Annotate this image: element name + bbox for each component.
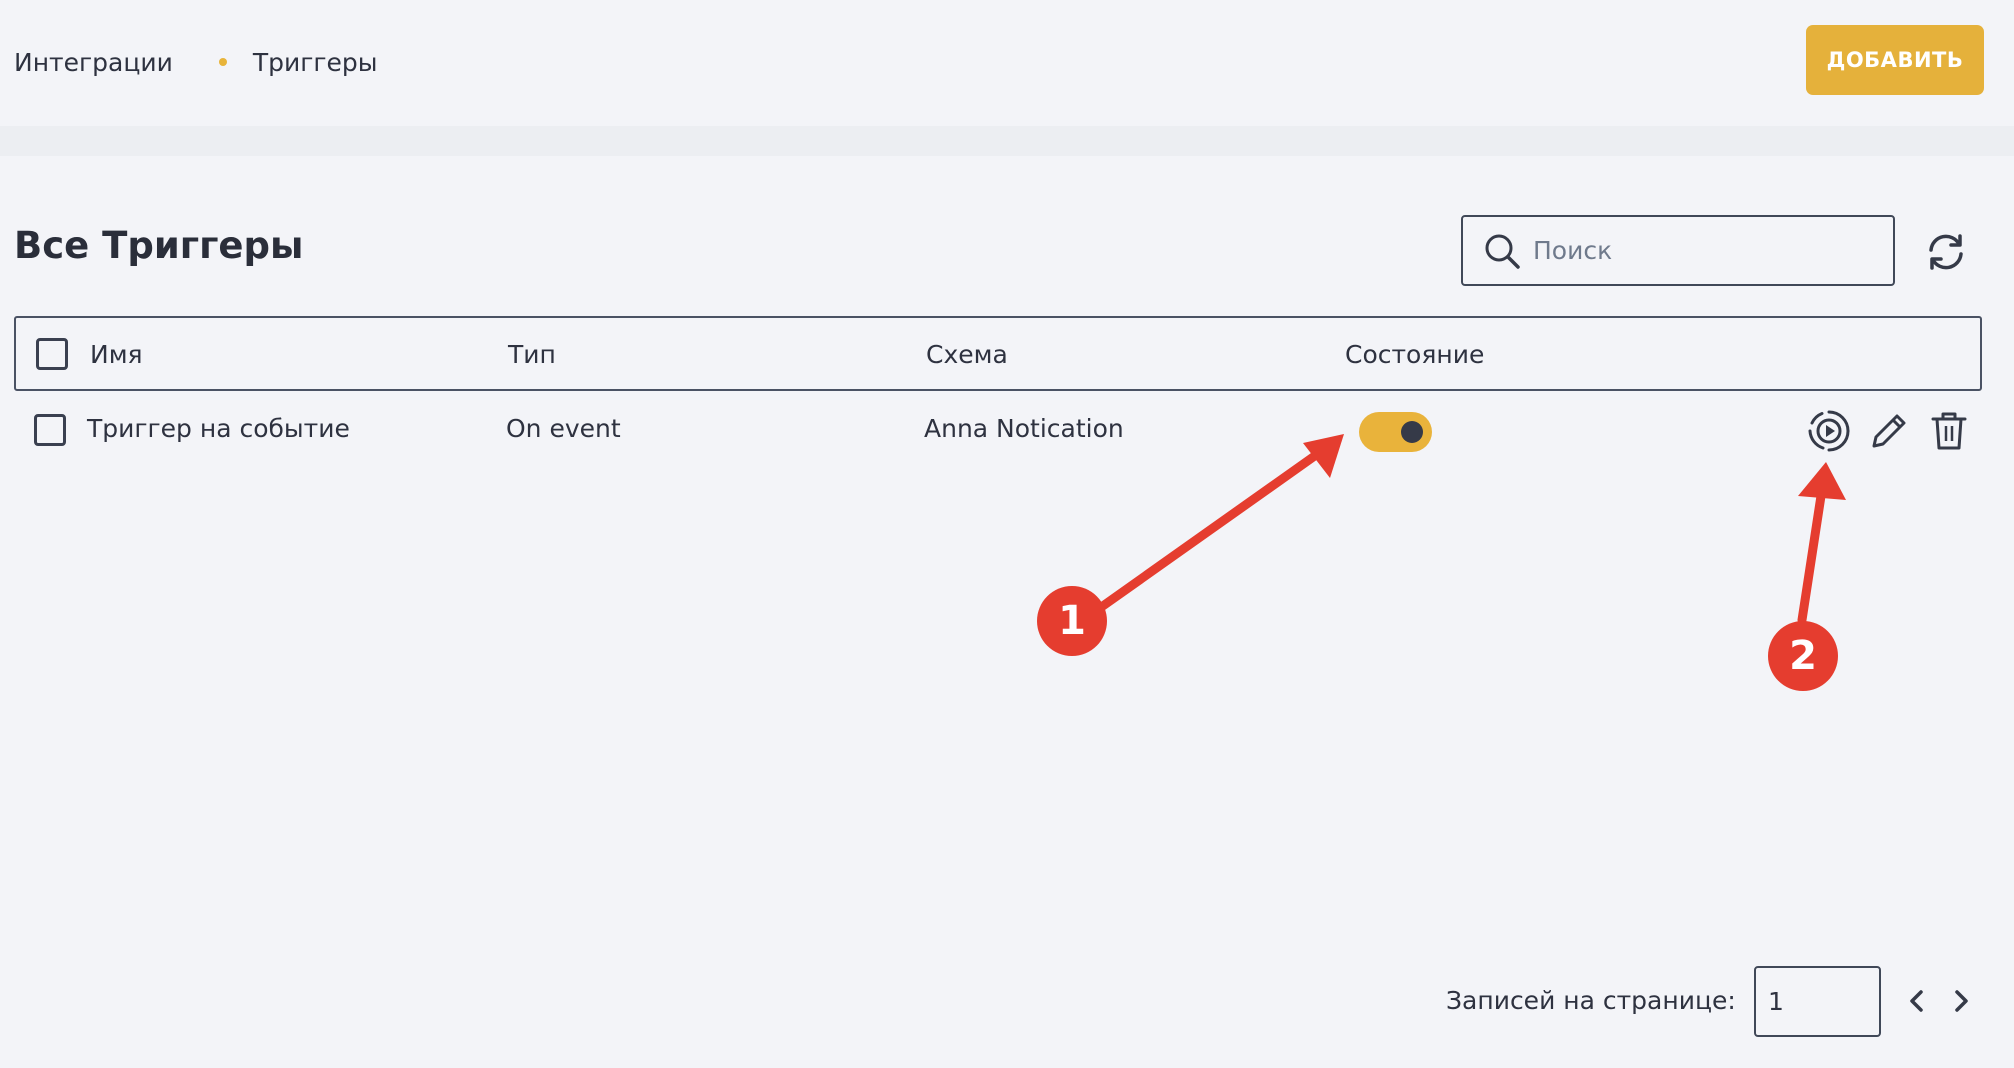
table-header: Имя Тип Схема Состояние xyxy=(14,316,1982,391)
column-header-state[interactable]: Состояние xyxy=(1345,340,1484,369)
column-header-type[interactable]: Тип xyxy=(508,340,556,369)
rows-per-page-label: Записей на странице: xyxy=(1446,986,1736,1015)
trigger-scheme: Anna Notication xyxy=(924,414,1124,443)
trigger-name: Триггер на событие xyxy=(87,414,350,443)
run-trigger-icon[interactable] xyxy=(1806,408,1852,454)
annotation-arrow-2 xyxy=(1797,491,1826,625)
breadcrumb: Интеграции Триггеры xyxy=(14,42,377,82)
annotation-arrows xyxy=(1095,434,1846,625)
column-header-scheme[interactable]: Схема xyxy=(926,340,1008,369)
top-bar: Интеграции Триггеры ДОБАВИТЬ xyxy=(0,0,2014,126)
refresh-icon xyxy=(1929,234,1963,270)
chevron-right-icon xyxy=(1955,990,1968,1012)
breadcrumb-integrations[interactable]: Интеграции xyxy=(14,48,173,77)
rows-per-page-input[interactable] xyxy=(1754,966,1881,1037)
state-toggle[interactable] xyxy=(1359,412,1432,452)
annotation-badge-1: 1 xyxy=(1037,586,1107,656)
prev-page-button[interactable] xyxy=(1900,984,1934,1018)
table-row: Триггер на событие On event Anna Noticat… xyxy=(14,392,1982,468)
chevron-left-icon xyxy=(1910,990,1923,1012)
select-all-checkbox[interactable] xyxy=(36,338,68,370)
search-input[interactable] xyxy=(1533,220,1873,281)
toggle-knob xyxy=(1401,421,1423,443)
row-checkbox[interactable] xyxy=(34,414,66,446)
next-page-button[interactable] xyxy=(1944,984,1978,1018)
annotation-badge-2: 2 xyxy=(1768,621,1838,691)
column-header-name[interactable]: Имя xyxy=(90,340,143,369)
refresh-button[interactable] xyxy=(1922,228,1970,276)
edit-pencil-icon[interactable] xyxy=(1866,408,1912,454)
search-icon xyxy=(1485,234,1520,269)
search-box[interactable] xyxy=(1461,215,1895,286)
breadcrumb-triggers: Триггеры xyxy=(252,47,378,77)
trigger-type: On event xyxy=(506,414,621,443)
breadcrumb-separator-dot xyxy=(218,58,227,66)
page-title: Все Триггеры xyxy=(14,224,304,267)
header-divider xyxy=(0,126,2014,156)
annotation-arrow-1 xyxy=(1095,450,1321,613)
add-button[interactable]: ДОБАВИТЬ xyxy=(1806,25,1984,95)
delete-trash-icon[interactable] xyxy=(1926,408,1972,454)
